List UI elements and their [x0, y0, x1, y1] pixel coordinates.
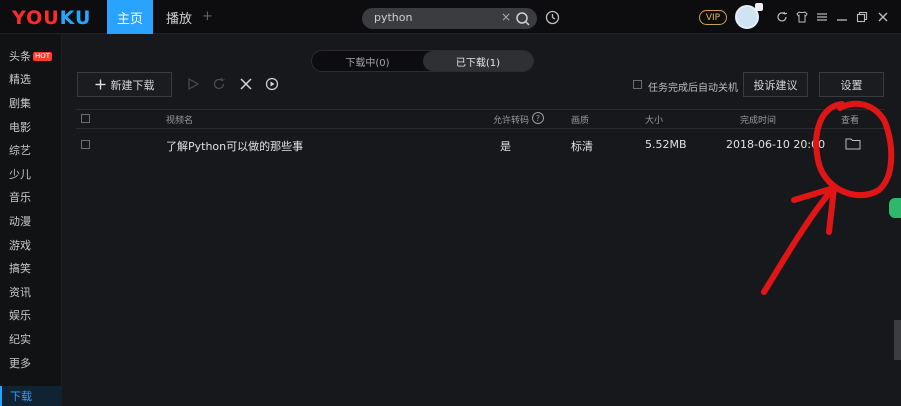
select-all-checkbox[interactable]	[81, 114, 90, 123]
sidebar-item-series[interactable]: 剧集	[9, 95, 31, 111]
delete-icon[interactable]	[239, 77, 253, 91]
tab-home[interactable]: 主页	[107, 0, 153, 34]
sidebar-item-music[interactable]: 音乐	[9, 189, 31, 205]
clear-search-icon[interactable]: ×	[501, 10, 511, 24]
logo-part-ku: KU	[59, 7, 92, 29]
settings-button-label: 设置	[840, 78, 863, 92]
transcode-value: 是	[500, 140, 511, 153]
column-header-transcode[interactable]: 允许转码	[493, 113, 529, 126]
floating-side-widget[interactable]	[889, 198, 901, 218]
new-download-button[interactable]: 新建下载	[77, 72, 172, 97]
minimize-icon[interactable]	[836, 11, 848, 23]
sidebar-item-anime[interactable]: 动漫	[9, 213, 31, 229]
sidebar-item-label: 电影	[9, 121, 31, 134]
sidebar-item-news[interactable]: 资讯	[9, 284, 31, 300]
sidebar-item-games[interactable]: 游戏	[9, 237, 31, 253]
auto-shutdown-checkbox[interactable]	[633, 80, 642, 89]
sidebar-item-label: 资讯	[9, 286, 31, 299]
folder-icon[interactable]	[845, 137, 861, 150]
active-indicator	[0, 386, 2, 406]
refresh-icon[interactable]	[776, 11, 788, 23]
tab-play-label: 播放	[166, 11, 193, 27]
vip-badge[interactable]: VIP	[699, 10, 727, 25]
tab-home-label: 主页	[116, 11, 143, 27]
sidebar-item-more[interactable]: 更多	[9, 355, 31, 371]
plus-icon	[95, 79, 105, 90]
sidebar: 头条 HOT 精选 剧集 电影 综艺 少儿 音乐 动漫 游戏 搞笑 资讯 娱乐 …	[0, 34, 62, 406]
play-icon[interactable]	[186, 77, 200, 91]
sidebar-item-label: 娱乐	[9, 309, 31, 322]
skin-shirt-icon[interactable]	[796, 11, 808, 23]
sidebar-item-featured[interactable]: 精选	[9, 71, 31, 87]
new-download-label: 新建下载	[110, 78, 155, 92]
sidebar-item-label: 纪实	[9, 333, 31, 346]
sidebar-item-label: 搞笑	[9, 262, 31, 275]
sidebar-item-documentary[interactable]: 纪实	[9, 331, 31, 347]
search-icon[interactable]	[515, 11, 531, 27]
column-header-name[interactable]: 视频名	[166, 113, 193, 126]
tab-downloaded-label: 已下载(1)	[455, 57, 501, 69]
history-icon[interactable]	[545, 10, 560, 25]
tab-downloading-label: 下载中(0)	[345, 57, 390, 69]
transcode-icon[interactable]	[265, 77, 279, 91]
restore-icon[interactable]	[856, 11, 868, 23]
column-header-quality[interactable]: 画质	[571, 113, 589, 126]
row-checkbox[interactable]	[81, 140, 90, 149]
sidebar-item-label: 游戏	[9, 239, 31, 252]
video-name[interactable]: 了解Python可以做的那些事	[166, 138, 303, 154]
sidebar-item-downloads[interactable]: 下载	[0, 386, 62, 406]
sidebar-item-variety[interactable]: 综艺	[9, 142, 31, 158]
table-header-top-border	[76, 109, 885, 110]
complaint-button-label: 投诉建议	[753, 78, 798, 92]
column-header-completed[interactable]: 完成时间	[740, 113, 776, 126]
settings-button[interactable]: 设置	[819, 72, 884, 97]
help-icon[interactable]: ?	[532, 112, 544, 124]
sidebar-item-label: 头条	[9, 50, 31, 63]
auto-shutdown-label: 任务完成后自动关机	[648, 83, 738, 94]
completed-time-value: 2018-06-10 20:00	[726, 138, 826, 151]
hot-badge: HOT	[33, 51, 53, 61]
download-status-segment: 下载中(0) 已下载(1)	[311, 50, 534, 72]
search-input[interactable]: python	[374, 11, 412, 24]
tab-play[interactable]: 播放	[160, 0, 198, 34]
sidebar-item-kids[interactable]: 少儿	[9, 166, 31, 182]
sidebar-item-label: 精选	[9, 73, 31, 86]
table-header-bottom-border	[76, 128, 885, 129]
tab-downloaded[interactable]: 已下载(1)	[423, 51, 533, 71]
quality-value: 标清	[571, 140, 593, 153]
sidebar-item-entertainment[interactable]: 娱乐	[9, 307, 31, 323]
sidebar-item-label: 动漫	[9, 215, 31, 228]
complaint-button[interactable]: 投诉建议	[743, 72, 808, 97]
top-bar: YOUKU 主页 播放 + python × VIP	[0, 0, 901, 34]
avatar-notification-icon	[755, 3, 763, 11]
sidebar-item-label: 音乐	[9, 191, 31, 204]
column-header-view[interactable]: 查看	[841, 113, 859, 126]
size-value: 5.52MB	[645, 138, 687, 151]
sidebar-item-headlines[interactable]: 头条 HOT	[9, 48, 53, 64]
menu-icon[interactable]	[816, 11, 828, 23]
search-box[interactable]: python ×	[362, 8, 537, 29]
add-tab-button[interactable]: +	[202, 9, 213, 24]
sidebar-item-label: 下载	[10, 390, 32, 403]
logo-part-you: YOU	[12, 7, 60, 29]
close-icon[interactable]	[877, 11, 889, 23]
youku-logo[interactable]: YOUKU	[12, 7, 92, 29]
sidebar-item-label: 少儿	[9, 168, 31, 181]
retry-icon[interactable]	[212, 77, 226, 91]
sidebar-item-label: 综艺	[9, 144, 31, 157]
tab-downloading[interactable]: 下载中(0)	[312, 51, 423, 71]
sidebar-item-label: 剧集	[9, 97, 31, 110]
sidebar-item-funny[interactable]: 搞笑	[9, 260, 31, 276]
sidebar-item-label: 更多	[9, 357, 31, 370]
column-header-size[interactable]: 大小	[645, 113, 663, 126]
scrollbar[interactable]	[894, 320, 901, 360]
sidebar-item-movies[interactable]: 电影	[9, 119, 31, 135]
